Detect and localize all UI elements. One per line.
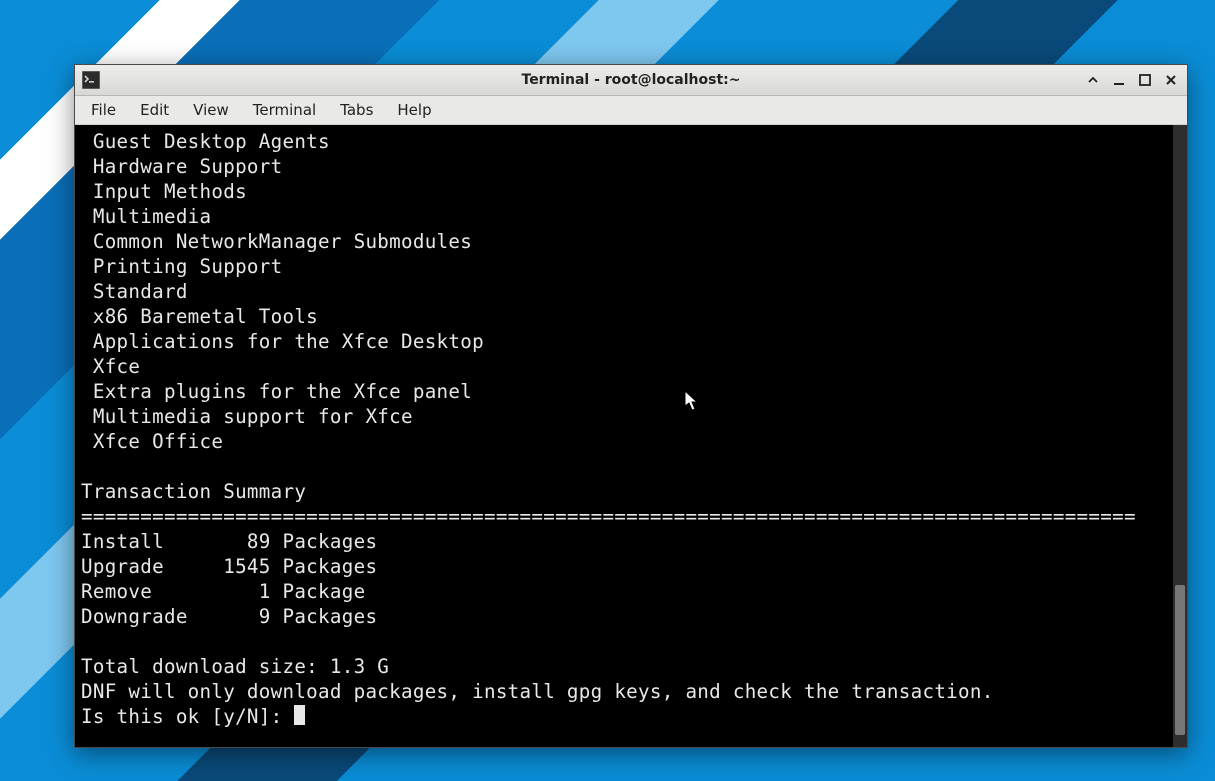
menu-view[interactable]: View (181, 97, 241, 123)
terminal-cursor (294, 705, 305, 725)
scrollbar-thumb[interactable] (1175, 585, 1185, 734)
menu-help[interactable]: Help (385, 97, 443, 123)
terminal-window: Terminal - root@localhost:~ File Edit Vi… (74, 64, 1188, 748)
window-minimize-button[interactable] (1107, 69, 1131, 91)
menu-file[interactable]: File (79, 97, 128, 123)
window-maximize-button[interactable] (1133, 69, 1157, 91)
menubar: File Edit View Terminal Tabs Help (75, 96, 1187, 125)
window-controls (1081, 69, 1187, 91)
window-shade-button[interactable] (1081, 69, 1105, 91)
window-title: Terminal - root@localhost:~ (75, 72, 1187, 88)
menu-edit[interactable]: Edit (128, 97, 181, 123)
menu-tabs[interactable]: Tabs (328, 97, 385, 123)
terminal-scrollbar[interactable] (1173, 125, 1187, 747)
menu-terminal[interactable]: Terminal (241, 97, 328, 123)
terminal-output[interactable]: Guest Desktop Agents Hardware Support In… (81, 129, 1181, 729)
window-titlebar[interactable]: Terminal - root@localhost:~ (75, 65, 1187, 96)
window-close-button[interactable] (1159, 69, 1183, 91)
terminal-viewport[interactable]: Guest Desktop Agents Hardware Support In… (75, 125, 1187, 747)
terminal-app-icon (81, 70, 101, 90)
